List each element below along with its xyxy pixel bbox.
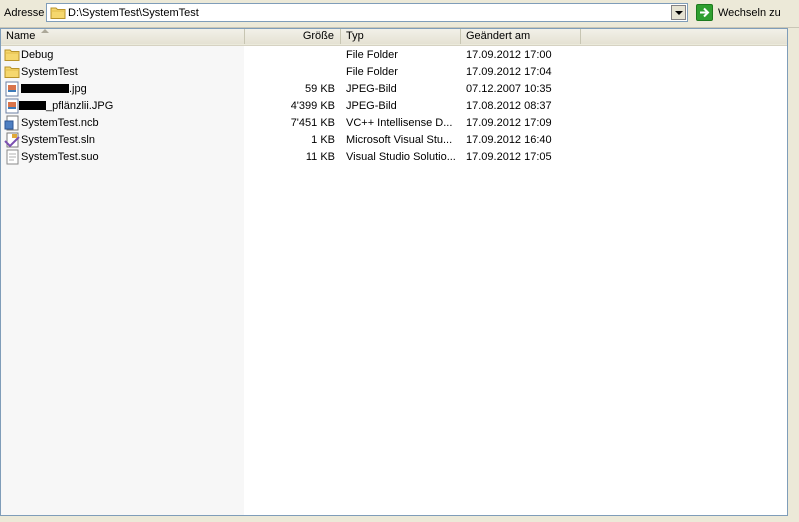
file-type: JPEG-Bild bbox=[346, 83, 397, 95]
file-modified: 17.09.2012 16:40 bbox=[466, 134, 552, 146]
redacted-text bbox=[21, 84, 69, 93]
go-arrow-icon bbox=[696, 4, 713, 21]
go-button-label: Wechseln zu bbox=[718, 7, 781, 19]
file-name: SystemTest.suo bbox=[21, 151, 99, 163]
window-right-edge bbox=[788, 28, 799, 516]
file-modified: 17.09.2012 17:00 bbox=[466, 49, 552, 61]
file-type: File Folder bbox=[346, 66, 398, 78]
ncb-file-icon bbox=[4, 115, 20, 131]
column-header-name-label: Name bbox=[6, 30, 36, 42]
address-label: Adresse bbox=[4, 7, 45, 19]
file-type: JPEG-Bild bbox=[346, 100, 397, 112]
file-name: .jpg bbox=[21, 83, 241, 95]
file-type: Microsoft Visual Stu... bbox=[346, 134, 453, 146]
list-item[interactable]: Debug File Folder 17.09.2012 17:00 bbox=[1, 46, 591, 63]
go-button[interactable]: Wechseln zu bbox=[692, 3, 792, 23]
address-bar: Adresse D:\SystemTest\SystemTest Wechsel… bbox=[0, 0, 799, 28]
list-item[interactable]: .jpg 59 KB JPEG-Bild 07.12.2007 10:35 bbox=[1, 80, 591, 97]
file-name-visible: _pflänzlii.JPG bbox=[46, 100, 114, 112]
file-size: 11 KB bbox=[305, 151, 335, 163]
solution-file-icon bbox=[4, 132, 20, 148]
redacted-text bbox=[19, 101, 46, 110]
suo-file-icon bbox=[4, 149, 20, 165]
list-item[interactable]: SystemTest File Folder 17.09.2012 17:04 bbox=[1, 63, 591, 80]
file-name-visible: .jpg bbox=[69, 83, 87, 95]
list-item[interactable]: SystemTest.suo 11 KB Visual Studio Solut… bbox=[1, 148, 591, 165]
file-modified: 17.09.2012 17:05 bbox=[466, 151, 552, 163]
file-size: 7'451 KB bbox=[290, 117, 335, 129]
column-header-row: Name Größe Typ Geändert am bbox=[1, 29, 787, 46]
folder-icon bbox=[50, 6, 66, 23]
file-name: SystemTest bbox=[21, 66, 78, 78]
file-modified: 07.12.2007 10:35 bbox=[466, 83, 552, 95]
column-header-modified-label: Geändert am bbox=[466, 30, 531, 42]
file-size: 59 KB bbox=[305, 83, 335, 95]
address-input[interactable]: D:\SystemTest\SystemTest bbox=[46, 3, 688, 22]
column-header-type-label: Typ bbox=[346, 30, 364, 42]
column-header-name[interactable]: Name bbox=[1, 29, 245, 44]
file-name: SystemTest.ncb bbox=[21, 117, 99, 129]
file-type: VC++ Intellisense D... bbox=[346, 117, 453, 129]
file-type: Visual Studio Solutio... bbox=[346, 151, 456, 163]
column-header-empty bbox=[581, 29, 787, 44]
file-list[interactable]: Name Größe Typ Geändert am Debug File Fo… bbox=[0, 28, 788, 516]
address-path: D:\SystemTest\SystemTest bbox=[68, 7, 199, 19]
column-header-type[interactable]: Typ bbox=[341, 29, 461, 44]
window-bottom-edge bbox=[0, 516, 799, 522]
folder-icon bbox=[4, 47, 20, 63]
address-dropdown-button[interactable] bbox=[671, 5, 686, 20]
jpeg-image-icon bbox=[4, 98, 20, 114]
file-name: _pflänzlii.JPG bbox=[19, 100, 239, 112]
list-item[interactable]: _pflänzlii.JPG 4'399 KB JPEG-Bild 17.08.… bbox=[1, 97, 591, 114]
list-item[interactable]: SystemTest.sln 1 KB Microsoft Visual Stu… bbox=[1, 131, 591, 148]
file-modified: 17.09.2012 17:09 bbox=[466, 117, 552, 129]
list-item[interactable]: SystemTest.ncb 7'451 KB VC++ Intellisens… bbox=[1, 114, 591, 131]
file-size: 1 KB bbox=[311, 134, 335, 146]
file-name: Debug bbox=[21, 49, 54, 61]
sort-ascending-icon bbox=[41, 29, 49, 33]
column-header-modified[interactable]: Geändert am bbox=[461, 29, 581, 44]
file-type: File Folder bbox=[346, 49, 398, 61]
jpeg-image-icon bbox=[4, 81, 20, 97]
column-header-size-label: Größe bbox=[302, 30, 334, 42]
folder-icon bbox=[4, 64, 20, 80]
file-size: 4'399 KB bbox=[290, 100, 335, 112]
file-modified: 17.09.2012 17:04 bbox=[466, 66, 552, 78]
file-modified: 17.08.2012 08:37 bbox=[466, 100, 552, 112]
file-name: SystemTest.sln bbox=[21, 134, 95, 146]
column-header-size[interactable]: Größe bbox=[245, 29, 341, 44]
